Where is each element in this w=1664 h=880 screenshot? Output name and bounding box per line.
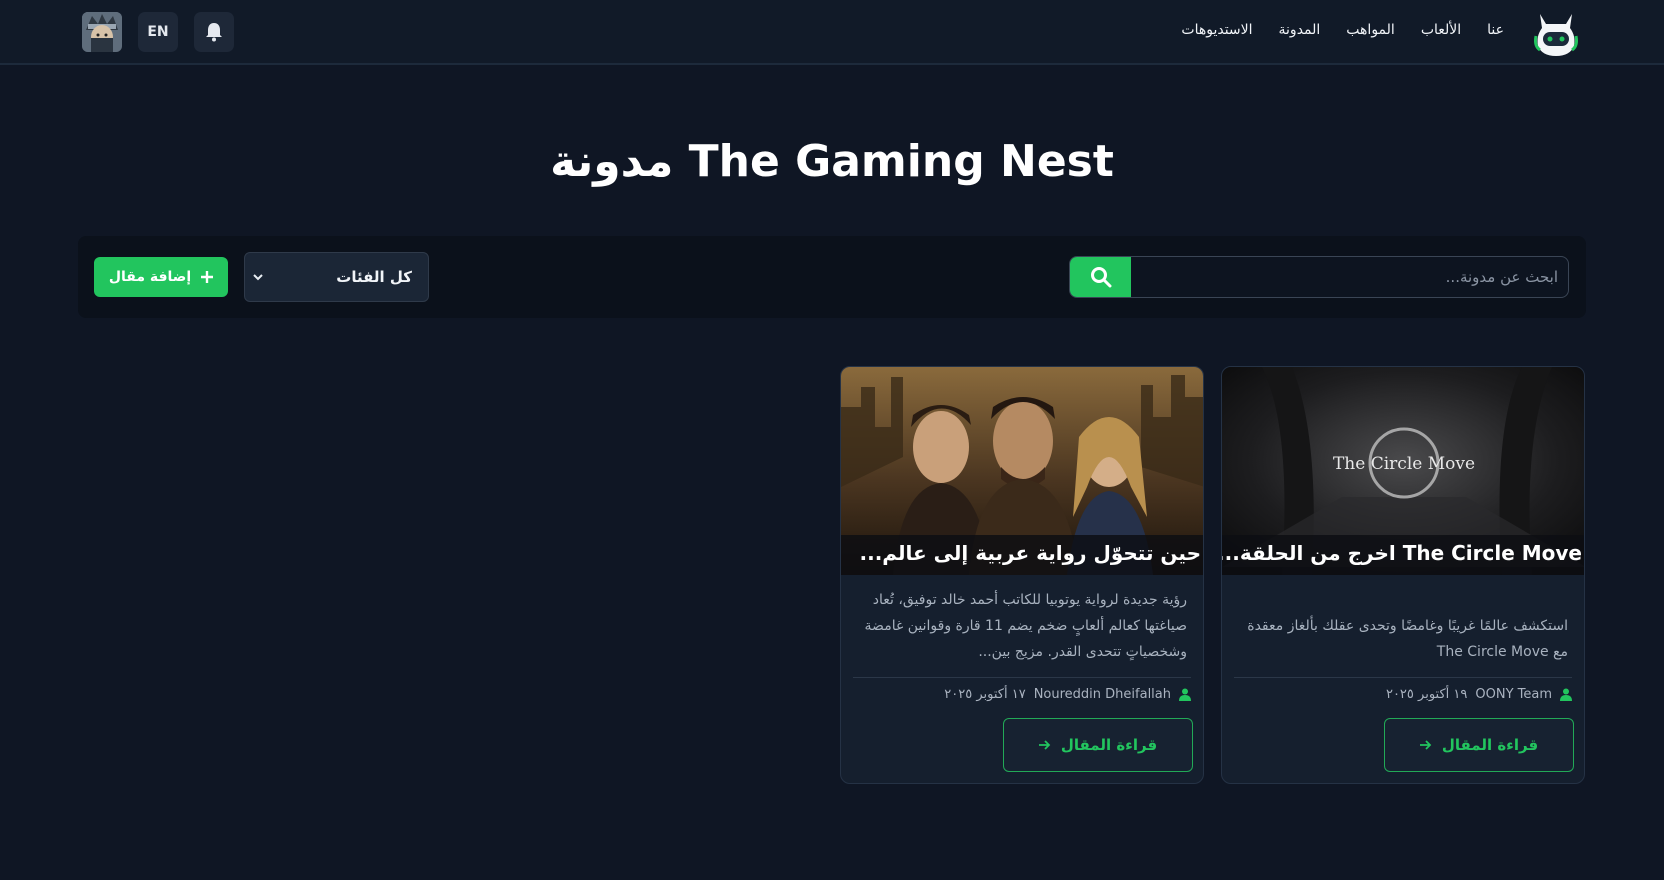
add-article-label: إضافة مقال: [108, 269, 192, 285]
divider: [853, 677, 1191, 678]
card-meta: OONY Team ١٩ أكتوبر ٢٠٢٥: [1386, 687, 1572, 702]
category-select[interactable]: كل الفئات: [244, 252, 429, 302]
post-date: ١٩ أكتوبر ٢٠٢٥: [1385, 687, 1468, 702]
nav-blog[interactable]: المدونة: [1279, 22, 1321, 38]
top-navbar: عنا الألعاب المواهب المدونة الاستديوهات …: [0, 0, 1664, 65]
site-logo[interactable]: [1530, 8, 1582, 58]
category-select-value: كل الفئات: [336, 268, 412, 286]
arrow-right-icon: [1419, 740, 1432, 750]
blog-card[interactable]: The Circle Move The Circle Move اخرج من …: [1221, 366, 1585, 784]
main-nav: عنا الألعاب المواهب المدونة الاستديوهات: [1181, 22, 1504, 38]
search-input[interactable]: [1132, 257, 1568, 297]
plus-icon: [201, 271, 214, 283]
read-article-label: قراءة المقال: [1441, 736, 1539, 754]
card-meta: Noureddin Dheifallah ١٧ أكتوبر ٢٠٢٥: [944, 687, 1191, 702]
bell-icon: [206, 23, 222, 42]
nav-games[interactable]: الألعاب: [1421, 22, 1461, 38]
card-title[interactable]: حين تتحوّل رواية عربية إلى عالم...: [841, 535, 1203, 575]
read-article-button[interactable]: قراءة المقال: [1003, 718, 1193, 772]
image-caption: The Circle Move: [1333, 454, 1475, 474]
blog-card[interactable]: حين تتحوّل رواية عربية إلى عالم... رؤية …: [840, 366, 1204, 784]
user-icon: [1179, 688, 1191, 701]
nav-studios[interactable]: الاستديوهات: [1181, 22, 1252, 38]
card-title[interactable]: The Circle Move اخرج من الحلقة...: [1222, 535, 1584, 575]
search-icon: [1090, 267, 1111, 288]
card-description: رؤية جديدة لرواية يوتوبيا للكاتب أحمد خا…: [864, 592, 1187, 660]
search-box: [1069, 256, 1569, 298]
search-button[interactable]: [1070, 257, 1131, 297]
chevron-down-icon: [253, 274, 263, 281]
user-avatar[interactable]: [82, 12, 122, 52]
card-description: استكشف عالمًا غريبًا وغامضًا وتحدى عقلك …: [1247, 618, 1568, 660]
notifications-button[interactable]: [194, 12, 234, 52]
author-name: Noureddin Dheifallah: [1033, 687, 1171, 702]
post-date: ١٧ أكتوبر ٢٠٢٥: [944, 687, 1026, 702]
avatar-image: [82, 12, 122, 52]
nav-talents[interactable]: المواهب: [1346, 22, 1395, 38]
logo-icon: [1534, 14, 1578, 56]
arrow-right-icon: [1038, 740, 1051, 750]
add-article-button[interactable]: إضافة مقال: [94, 257, 228, 297]
nav-about[interactable]: عنا: [1487, 22, 1504, 38]
page-title: مدونة The Gaming Nest: [550, 136, 1114, 187]
read-article-button[interactable]: قراءة المقال: [1384, 718, 1574, 772]
user-icon: [1560, 688, 1572, 701]
language-button[interactable]: EN: [138, 12, 178, 52]
author-name: OONY Team: [1475, 687, 1552, 702]
read-article-label: قراءة المقال: [1060, 736, 1158, 754]
divider: [1234, 677, 1572, 678]
